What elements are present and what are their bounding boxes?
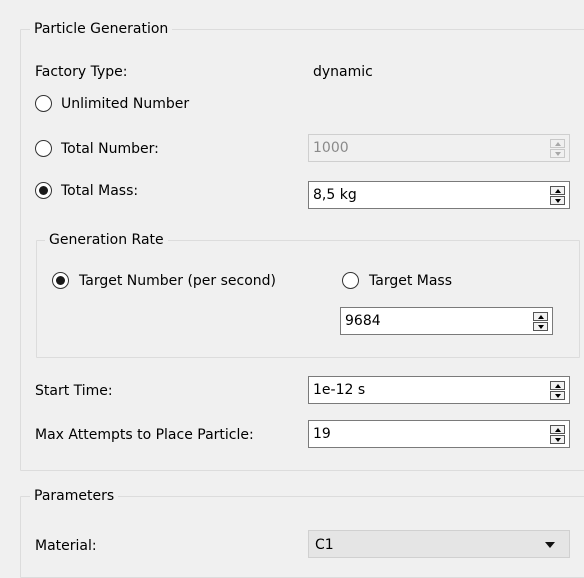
down-arrow-icon — [554, 437, 561, 442]
up-arrow-icon — [537, 314, 544, 319]
material-label: Material: — [35, 538, 97, 554]
total-number-value: 1000 — [313, 140, 349, 156]
max-attempts-decrement-button[interactable] — [550, 435, 565, 444]
max-attempts-spinbox[interactable]: 19 — [308, 420, 570, 448]
radio-selected-dot — [56, 276, 65, 285]
start-time-decrement-button[interactable] — [550, 391, 565, 400]
total-number-spinbox[interactable]: 1000 — [308, 134, 570, 162]
factory-type-label: Factory Type: — [35, 64, 128, 80]
start-time-increment-button[interactable] — [550, 381, 565, 390]
start-time-spinbox[interactable]: 1e-12 s — [308, 376, 570, 404]
radio-selected-dot — [39, 186, 48, 195]
total-number-radio[interactable] — [35, 140, 52, 157]
max-attempts-increment-button[interactable] — [550, 425, 565, 434]
start-time-label: Start Time: — [35, 383, 113, 399]
total-number-increment-button[interactable] — [550, 139, 565, 148]
up-arrow-icon — [554, 427, 561, 432]
total-mass-label[interactable]: Total Mass: — [61, 182, 138, 200]
parameters-title: Parameters — [30, 487, 119, 505]
factory-type-value: dynamic — [313, 64, 373, 80]
up-arrow-icon — [554, 141, 561, 146]
down-arrow-icon — [554, 198, 561, 203]
total-mass-radio[interactable] — [35, 182, 52, 199]
generation-rate-spinbox[interactable]: 9684 — [340, 307, 553, 335]
unlimited-number-label[interactable]: Unlimited Number — [61, 95, 189, 113]
total-number-label[interactable]: Total Number: — [61, 140, 159, 158]
generation-rate-increment-button[interactable] — [533, 312, 548, 321]
down-arrow-icon — [537, 324, 544, 329]
particle-generation-title: Particle Generation — [30, 20, 173, 38]
up-arrow-icon — [554, 383, 561, 388]
generation-rate-group — [36, 240, 580, 358]
down-arrow-icon — [554, 393, 561, 398]
target-mass-label[interactable]: Target Mass — [369, 272, 452, 290]
generation-rate-title: Generation Rate — [45, 231, 168, 249]
total-mass-decrement-button[interactable] — [550, 196, 565, 205]
target-mass-radio[interactable] — [342, 272, 359, 289]
start-time-value: 1e-12 s — [313, 382, 366, 398]
target-number-label[interactable]: Target Number (per second) — [79, 272, 276, 290]
generation-rate-decrement-button[interactable] — [533, 322, 548, 331]
total-mass-value: 8,5 kg — [313, 187, 357, 203]
target-number-radio[interactable] — [52, 272, 69, 289]
up-arrow-icon — [554, 188, 561, 193]
max-attempts-label: Max Attempts to Place Particle: — [35, 427, 254, 443]
total-mass-spinbox[interactable]: 8,5 kg — [308, 181, 570, 209]
material-value: C1 — [315, 537, 334, 553]
total-mass-increment-button[interactable] — [550, 186, 565, 195]
down-arrow-icon — [554, 151, 561, 156]
generation-rate-value: 9684 — [345, 313, 381, 329]
max-attempts-value: 19 — [313, 426, 331, 442]
unlimited-number-radio[interactable] — [35, 95, 52, 112]
dropdown-arrow-icon[interactable] — [545, 542, 555, 548]
material-combobox[interactable]: C1 — [308, 530, 570, 558]
total-number-decrement-button[interactable] — [550, 149, 565, 158]
